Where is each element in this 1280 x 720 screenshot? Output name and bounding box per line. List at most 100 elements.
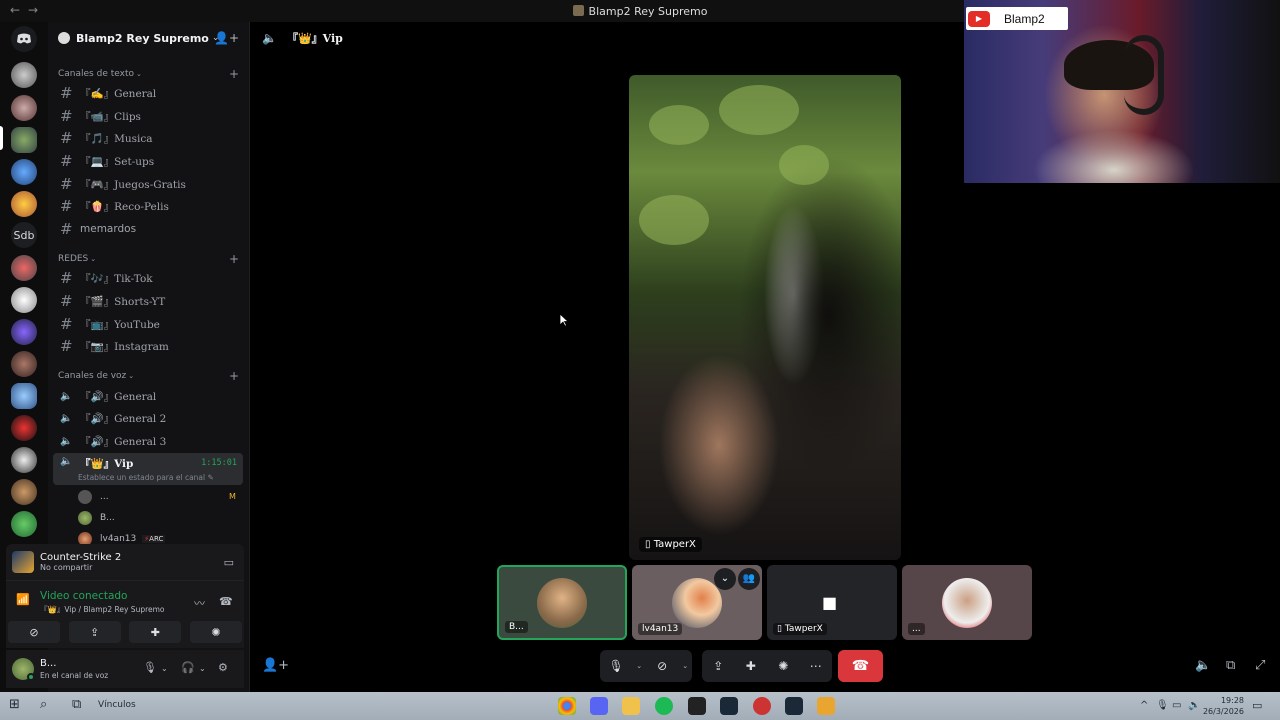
speaker-icon: 🔈 bbox=[60, 390, 73, 402]
user-avatar[interactable] bbox=[12, 658, 35, 681]
screen-share-icon[interactable]: ▭ bbox=[224, 556, 234, 569]
participant-name: TawperX bbox=[784, 624, 823, 634]
server-icon-9[interactable] bbox=[11, 319, 37, 345]
microphone-button[interactable]: 🎙 bbox=[600, 650, 632, 682]
steam-icon[interactable] bbox=[720, 697, 738, 715]
tray-volume-icon[interactable]: 🔈 bbox=[1188, 700, 1200, 711]
invite-to-call-icon[interactable]: 👤+ bbox=[262, 658, 289, 673]
category-text-channels[interactable]: Canales de texto ⌄ bbox=[58, 69, 142, 79]
voice-user[interactable]: B... bbox=[78, 509, 115, 527]
server-icon-current[interactable] bbox=[11, 127, 37, 153]
camera-options-button[interactable]: ⌄ bbox=[678, 650, 692, 682]
voice-connected-location[interactable]: 『👑』Vip / Blamp2 Rey Supremo bbox=[40, 604, 165, 615]
chevron-down-icon[interactable]: ⌄ bbox=[161, 664, 168, 673]
links-toolbar[interactable]: Vínculos bbox=[98, 700, 136, 710]
server-icon-1[interactable] bbox=[11, 62, 37, 88]
server-icon-12[interactable] bbox=[11, 415, 37, 441]
participant-tile[interactable]: ■ ▯ TawperX bbox=[767, 565, 897, 640]
invite-people-icon[interactable]: 👤+ bbox=[214, 31, 239, 45]
chevron-down-icon[interactable]: ⌄ bbox=[714, 568, 736, 590]
spotify-icon[interactable] bbox=[655, 697, 673, 715]
server-icon-8[interactable] bbox=[11, 287, 37, 313]
tray-network-icon[interactable]: ▭ bbox=[1172, 700, 1181, 711]
channel-status-input[interactable]: Establece un estado para el canal ✎ bbox=[78, 473, 214, 482]
channel-clips[interactable]: # 『📹』Clips bbox=[53, 105, 243, 127]
channel-juegos-gratis[interactable]: # 『🎮』Juegos-Gratis bbox=[53, 173, 243, 195]
chevron-down-icon: ⌄ bbox=[90, 255, 97, 263]
server-icon-10[interactable] bbox=[11, 351, 37, 377]
main-video-stream[interactable]: ▯ TawperX bbox=[629, 75, 901, 560]
fullscreen-icon[interactable]: ⤢ bbox=[1255, 658, 1265, 673]
channel-shorts-yt[interactable]: # 『🎬』Shorts-YT bbox=[53, 290, 243, 312]
volume-icon[interactable]: 🔈 bbox=[1195, 658, 1211, 673]
participant-tile[interactable]: lv4an13 ⌄ 👥 bbox=[632, 565, 762, 640]
server-icon-14[interactable] bbox=[11, 479, 37, 505]
activities-button[interactable]: ✚ bbox=[129, 621, 182, 643]
tray-mic-icon[interactable]: 🎙 bbox=[1156, 700, 1169, 711]
add-friend-icon[interactable]: 👥 bbox=[738, 568, 760, 590]
disconnect-button[interactable]: ☎ bbox=[838, 650, 883, 682]
headphones-icon[interactable]: 🎧 bbox=[181, 661, 195, 674]
channel-tik-tok[interactable]: # 『🎶』Tik-Tok bbox=[53, 267, 243, 289]
share-screen-button[interactable]: ⇪ bbox=[702, 650, 735, 682]
share-screen-button[interactable]: ⇪ bbox=[68, 621, 121, 643]
category-redes[interactable]: REDES ⌄ bbox=[58, 254, 96, 264]
task-view-icon[interactable]: ⧉ bbox=[72, 697, 81, 712]
server-icon-4[interactable] bbox=[11, 159, 37, 185]
disconnect-icon[interactable]: ☎ bbox=[219, 595, 233, 608]
channel-musica[interactable]: # 『🎵』Musica bbox=[53, 127, 243, 149]
camera-button[interactable]: ⊘ bbox=[646, 650, 678, 682]
voice-channel-general-2[interactable]: 🔈 『🔊』General 2 bbox=[53, 407, 243, 429]
pop-out-icon[interactable]: ⧉ bbox=[1226, 658, 1235, 673]
discord-icon[interactable] bbox=[590, 697, 608, 715]
server-icon-13[interactable] bbox=[11, 447, 37, 473]
channel-memardos[interactable]: # memardos bbox=[53, 218, 243, 240]
chrome-icon[interactable] bbox=[558, 697, 576, 715]
camera-off-button[interactable]: ⊘ bbox=[8, 621, 60, 643]
guild-header[interactable]: Blamp2 Rey Supremo ⌄ 👤+ bbox=[48, 22, 249, 54]
user-name[interactable]: B... bbox=[40, 658, 56, 669]
server-icon-sdb[interactable]: Sdb bbox=[11, 222, 37, 248]
category-voice-channels[interactable]: Canales de voz ⌄ bbox=[58, 371, 134, 381]
tray-chevron-icon[interactable]: ^ bbox=[1140, 700, 1148, 711]
channel-reco-pelis[interactable]: # 『🍿』Reco-Pelis bbox=[53, 195, 243, 217]
mic-options-button[interactable]: ⌄ bbox=[632, 650, 646, 682]
soundboard-button[interactable]: ✺ bbox=[189, 621, 242, 643]
soundboard-button[interactable]: ✺ bbox=[767, 650, 800, 682]
channel-label: 『👑』Vip bbox=[80, 458, 134, 470]
channel-instagram[interactable]: # 『📷』Instagram bbox=[53, 335, 243, 357]
participant-tile[interactable]: ... bbox=[902, 565, 1032, 640]
server-icon-11[interactable] bbox=[11, 383, 37, 409]
participant-tile[interactable]: B... bbox=[497, 565, 627, 640]
microphone-icon[interactable]: 🎙 bbox=[143, 661, 157, 674]
noise-suppression-icon[interactable]: 〰 bbox=[194, 595, 205, 611]
channel-youtube[interactable]: # 『📺』YouTube bbox=[53, 313, 243, 335]
hangup-phone-icon: ☎ bbox=[851, 658, 870, 674]
windows-start-icon[interactable]: ⊞ bbox=[9, 697, 20, 712]
server-icon-5[interactable] bbox=[11, 191, 37, 217]
voice-channel-general[interactable]: 🔈 『🔊』General bbox=[53, 385, 243, 407]
discord-home-icon[interactable] bbox=[11, 26, 37, 52]
app-icon-red[interactable] bbox=[753, 697, 771, 715]
voice-connected-title[interactable]: Video conectado bbox=[40, 590, 127, 602]
server-icon-2[interactable] bbox=[11, 95, 37, 121]
search-icon[interactable]: ⌕ bbox=[40, 697, 47, 712]
epic-games-icon[interactable] bbox=[688, 697, 706, 715]
voice-user[interactable]: ... bbox=[78, 488, 109, 506]
more-options-button[interactable]: ⋯ bbox=[800, 650, 833, 682]
clan-badge-text: ARC bbox=[149, 535, 164, 543]
server-icon-15[interactable] bbox=[11, 511, 37, 537]
taskbar-clock[interactable]: 19:28 26/3/2026 bbox=[1203, 695, 1244, 717]
activities-button[interactable]: ✚ bbox=[735, 650, 768, 682]
notifications-icon[interactable]: ▭ bbox=[1252, 699, 1262, 712]
channel-general[interactable]: # 『✍』General bbox=[53, 82, 243, 104]
chevron-down-icon[interactable]: ⌄ bbox=[199, 664, 206, 673]
file-explorer-icon[interactable] bbox=[622, 697, 640, 715]
counter-strike-icon[interactable] bbox=[817, 697, 835, 715]
settings-gear-icon[interactable]: ⚙ bbox=[218, 661, 228, 674]
channel-label: 『✍』General bbox=[80, 87, 157, 100]
steam-icon-2[interactable] bbox=[785, 697, 803, 715]
channel-set-ups[interactable]: # 『💻』Set-ups bbox=[53, 150, 243, 172]
server-icon-7[interactable] bbox=[11, 255, 37, 281]
voice-channel-general-3[interactable]: 🔈 『🔊』General 3 bbox=[53, 430, 243, 452]
